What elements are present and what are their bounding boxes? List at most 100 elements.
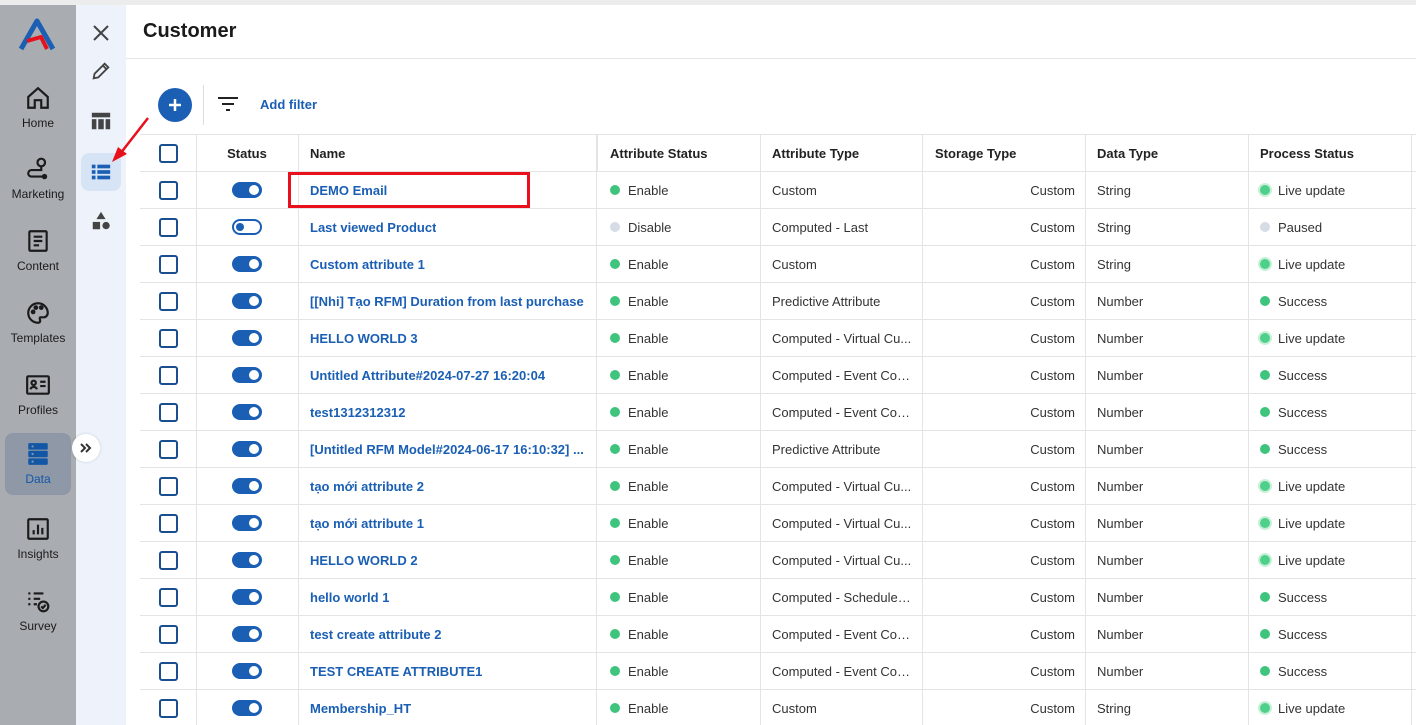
attribute-name-link[interactable]: [Untitled RFM Model#2024-06-17 16:10:32]…: [310, 442, 584, 457]
data-type-text: Number: [1097, 663, 1144, 679]
row-checkbox[interactable]: [158, 661, 178, 681]
storage-type-cell: Custom: [923, 690, 1085, 725]
storage-type-text: Custom: [1030, 330, 1075, 346]
status-toggle[interactable]: [232, 478, 262, 494]
name-cell: Custom attribute 1: [298, 246, 596, 282]
row-checkbox[interactable]: [158, 587, 178, 607]
attribute-type-text: Computed - Virtual Cu...: [772, 478, 912, 494]
table-row[interactable]: TEST CREATE ATTRIBUTE1 Enable Computed - E…: [140, 653, 1416, 690]
status-toggle[interactable]: [232, 552, 262, 568]
row-checkbox[interactable]: [158, 624, 178, 644]
table-row[interactable]: hello world 1 Enable Computed - Schedule .…: [140, 579, 1416, 616]
row-checkbox[interactable]: [158, 698, 178, 718]
row-checkbox[interactable]: [158, 550, 178, 570]
row-checkbox[interactable]: [158, 476, 178, 496]
filter-icon[interactable]: [217, 95, 239, 118]
attribute-name-link[interactable]: DEMO Email: [310, 183, 387, 198]
row-checkbox[interactable]: [158, 291, 178, 311]
header-process-status[interactable]: Process Status: [1248, 135, 1416, 171]
pencil-icon[interactable]: [81, 52, 121, 90]
table-row[interactable]: HELLO WORLD 2 Enable Computed - Virtual Cu…: [140, 542, 1416, 579]
table-row[interactable]: [Untitled RFM Model#2024-06-17 16:10:32]…: [140, 431, 1416, 468]
attribute-name-link[interactable]: Last viewed Product: [310, 220, 436, 235]
app-logo[interactable]: [17, 15, 59, 55]
status-toggle[interactable]: [232, 700, 262, 716]
status-toggle[interactable]: [232, 404, 262, 420]
nav-item-content[interactable]: Content: [0, 220, 76, 284]
row-checkbox[interactable]: [158, 328, 178, 348]
expand-sidebar-button[interactable]: [72, 434, 100, 462]
attribute-name-link[interactable]: TEST CREATE ATTRIBUTE1: [310, 664, 482, 679]
row-checkbox[interactable]: [158, 513, 178, 533]
table-row[interactable]: tạo mới attribute 2 Enable Computed - Virt…: [140, 468, 1416, 505]
attribute-name-link[interactable]: Untitled Attribute#2024-07-27 16:20:04: [310, 368, 545, 383]
table-row[interactable]: test1312312312 Enable Computed - Event Cou…: [140, 394, 1416, 431]
toggle-knob: [249, 666, 259, 676]
attribute-name-link[interactable]: Custom attribute 1: [310, 257, 425, 272]
table-row[interactable]: Last viewed Product Disable Computed - Las…: [140, 209, 1416, 246]
nav-item-data[interactable]: Data: [0, 433, 76, 497]
close-icon[interactable]: [81, 14, 121, 52]
nav-item-home[interactable]: Home: [0, 77, 76, 141]
nav-item-profiles[interactable]: Profiles: [0, 364, 76, 428]
table-row[interactable]: Custom attribute 1 Enable Custom Custom Stri…: [140, 246, 1416, 283]
table-row[interactable]: Membership_HT Enable Custom Custom String Liv…: [140, 690, 1416, 725]
table-row[interactable]: [[Nhi] Tạo RFM] Duration from last purch…: [140, 283, 1416, 320]
table-row[interactable]: tạo mới attribute 1 Enable Computed - Virt…: [140, 505, 1416, 542]
nav-item-templates[interactable]: Templates: [0, 292, 76, 356]
row-checkbox[interactable]: [158, 254, 178, 274]
status-toggle[interactable]: [232, 441, 262, 457]
row-checkbox[interactable]: [158, 217, 178, 237]
add-filter-button[interactable]: Add filter: [260, 97, 317, 112]
attribute-name-link[interactable]: Membership_HT: [310, 701, 411, 716]
header-storage-type[interactable]: Storage Type: [923, 135, 1085, 171]
status-toggle[interactable]: [232, 219, 262, 235]
attribute-name-link[interactable]: test create attribute 2: [310, 627, 442, 642]
table-row[interactable]: HELLO WORLD 3 Enable Computed - Virtual Cu…: [140, 320, 1416, 357]
attribute-name-link[interactable]: tạo mới attribute 1: [310, 516, 424, 531]
table-row[interactable]: Untitled Attribute#2024-07-27 16:20:04 En…: [140, 357, 1416, 394]
shapes-icon[interactable]: [81, 202, 121, 240]
header-attribute-status[interactable]: Attribute Status: [598, 135, 760, 171]
attribute-name-link[interactable]: test1312312312: [310, 405, 405, 420]
status-toggle[interactable]: [232, 589, 262, 605]
data-type-cell: String: [1085, 246, 1247, 282]
row-checkbox[interactable]: [158, 402, 178, 422]
process-status-text: Paused: [1278, 219, 1323, 235]
attribute-name-link[interactable]: HELLO WORLD 3: [310, 331, 418, 346]
status-toggle[interactable]: [232, 256, 262, 272]
header-attribute-type[interactable]: Attribute Type: [760, 135, 922, 171]
attribute-type-text: Computed - Virtual Cu...: [772, 515, 912, 531]
status-toggle[interactable]: [232, 626, 262, 642]
nav-item-marketing[interactable]: Marketing: [0, 148, 76, 212]
name-cell: [[Nhi] Tạo RFM] Duration from last purch…: [298, 283, 596, 319]
add-attribute-button[interactable]: [158, 88, 192, 122]
status-cell: [196, 394, 298, 430]
header-data-type[interactable]: Data Type: [1085, 135, 1247, 171]
row-checkbox[interactable]: [158, 365, 178, 385]
table-row[interactable]: test create attribute 2 Enable Computed - …: [140, 616, 1416, 653]
attribute-name-link[interactable]: [[Nhi] Tạo RFM] Duration from last purch…: [310, 294, 584, 309]
header-status[interactable]: Status: [196, 135, 298, 171]
status-toggle[interactable]: [232, 515, 262, 531]
status-toggle[interactable]: [232, 182, 262, 198]
status-toggle[interactable]: [232, 367, 262, 383]
row-select-cell: [140, 653, 196, 689]
attribute-name-link[interactable]: hello world 1: [310, 590, 389, 605]
status-toggle[interactable]: [232, 330, 262, 346]
status-toggle[interactable]: [232, 293, 262, 309]
row-checkbox[interactable]: [158, 439, 178, 459]
attribute-name-link[interactable]: tạo mới attribute 2: [310, 479, 424, 494]
attribute-status-cell: Enable: [598, 357, 760, 393]
table-row[interactable]: DEMO Email Enable Custom Custom String Live u…: [140, 172, 1416, 209]
attribute-name-link[interactable]: HELLO WORLD 2: [310, 553, 418, 568]
status-toggle[interactable]: [232, 663, 262, 679]
header-name[interactable]: Name: [298, 135, 596, 171]
select-all-checkbox[interactable]: [158, 143, 178, 163]
attribute-status-cell: Enable: [598, 505, 760, 541]
attribute-status-text: Enable: [628, 515, 669, 531]
row-checkbox[interactable]: [158, 180, 178, 200]
nav-item-insights[interactable]: Insights: [0, 508, 76, 572]
nav-item-survey[interactable]: Survey: [0, 580, 76, 644]
storage-type-cell: Custom: [923, 653, 1085, 689]
